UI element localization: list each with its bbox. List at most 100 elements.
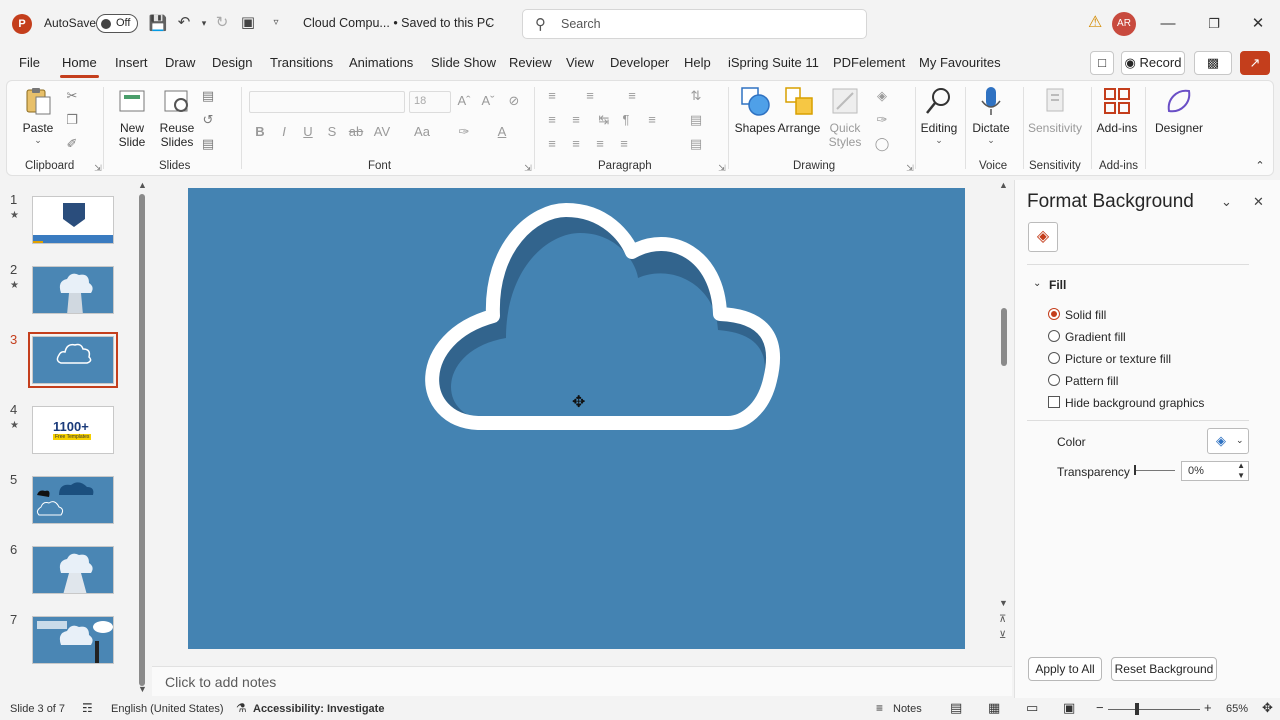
- shapes-button[interactable]: Shapes: [733, 85, 777, 135]
- text-direction-menu-icon[interactable]: ⇅: [687, 87, 705, 105]
- designer-button[interactable]: Designer: [1153, 85, 1205, 135]
- reuse-slides-button[interactable]: Reuse Slides: [155, 85, 199, 149]
- justify-icon[interactable]: ≡: [615, 135, 633, 153]
- section-icon[interactable]: ▤: [199, 135, 217, 153]
- tab-design[interactable]: Design: [212, 55, 252, 70]
- clipboard-launcher-icon[interactable]: ⇲: [89, 159, 107, 177]
- previous-slide-icon[interactable]: ⊼: [999, 614, 1006, 625]
- zoom-slider-track[interactable]: [1108, 709, 1200, 710]
- minimize-icon[interactable]: —: [1156, 14, 1180, 34]
- editing-button[interactable]: Editing ⌄: [917, 85, 961, 146]
- shadow-icon[interactable]: S: [323, 123, 341, 141]
- present-icon[interactable]: ▣: [238, 13, 258, 33]
- shape-outline-icon[interactable]: ✑: [873, 111, 891, 129]
- comments-icon[interactable]: □: [1090, 51, 1114, 75]
- picture-fill-radio[interactable]: [1048, 352, 1060, 364]
- paragraph-mark-icon[interactable]: ¶: [617, 111, 635, 129]
- shape-effects-icon[interactable]: ◯: [873, 135, 891, 153]
- close-icon[interactable]: ✕: [1246, 14, 1270, 34]
- accessibility-icon[interactable]: ⚗: [236, 701, 247, 715]
- canvas-scroll-up-icon[interactable]: ▲: [999, 180, 1008, 190]
- undo-icon[interactable]: ↶: [174, 13, 194, 33]
- tab-slide-show[interactable]: Slide Show: [431, 55, 496, 70]
- arrange-button[interactable]: Arrange: [777, 85, 821, 135]
- align-left-icon[interactable]: ≡: [543, 135, 561, 153]
- accessibility-label[interactable]: Accessibility: Investigate: [253, 703, 384, 715]
- notes-button[interactable]: Notes: [893, 703, 922, 715]
- slide-thumbnail-7[interactable]: [32, 616, 114, 664]
- search-input[interactable]: ⚲ Search: [522, 9, 867, 39]
- tab-draw[interactable]: Draw: [165, 55, 195, 70]
- smartart-icon[interactable]: ▤: [687, 135, 705, 153]
- font-size-select[interactable]: 18: [409, 91, 451, 113]
- title-dropdown-icon[interactable]: ⌄: [478, 14, 498, 34]
- spin-down-icon[interactable]: ▼: [1237, 471, 1245, 480]
- text-direction-icon[interactable]: ↹: [595, 111, 613, 129]
- paste-button[interactable]: Paste ⌄: [17, 85, 59, 146]
- tab-home[interactable]: Home: [60, 55, 99, 78]
- notes-icon[interactable]: ≡: [876, 701, 883, 715]
- italic-icon[interactable]: I: [275, 123, 293, 141]
- undo-dropdown-icon[interactable]: ▾: [194, 13, 214, 33]
- shape-fill-icon[interactable]: ◈: [873, 87, 891, 105]
- customize-toolbar-icon[interactable]: ▿: [266, 13, 286, 33]
- tab-view[interactable]: View: [566, 55, 594, 70]
- current-slide[interactable]: ✥: [188, 188, 965, 649]
- tab-file[interactable]: File: [19, 55, 40, 70]
- scroll-down-icon[interactable]: ▼: [138, 684, 147, 694]
- zoom-in-icon[interactable]: +: [1204, 700, 1212, 715]
- slide-thumbnail-6[interactable]: [32, 546, 114, 594]
- canvas-scrollbar[interactable]: [1001, 308, 1007, 366]
- hide-background-graphics-checkbox[interactable]: [1048, 396, 1060, 408]
- align-right-icon[interactable]: ≡: [591, 135, 609, 153]
- bold-icon[interactable]: B: [251, 123, 269, 141]
- solid-fill-label[interactable]: Solid fill: [1065, 308, 1106, 322]
- font-color-icon[interactable]: A: [493, 123, 511, 141]
- solid-fill-radio[interactable]: [1048, 308, 1060, 320]
- fit-to-window-icon[interactable]: ✥: [1262, 700, 1273, 716]
- slide-thumbnail-5[interactable]: [32, 476, 114, 524]
- bullets-icon[interactable]: ≡: [543, 87, 561, 105]
- slide-thumbnail-4[interactable]: 1100+ Free Templates: [32, 406, 114, 454]
- font-family-select[interactable]: [249, 91, 405, 113]
- transparency-slider-thumb[interactable]: [1134, 465, 1136, 475]
- strikethrough-icon[interactable]: ab: [347, 123, 365, 141]
- change-case-icon[interactable]: Aa: [413, 123, 431, 141]
- notes-pane[interactable]: Click to add notes: [152, 666, 1012, 696]
- spin-up-icon[interactable]: ▲: [1237, 461, 1245, 470]
- scroll-up-icon[interactable]: ▲: [138, 180, 147, 190]
- language-label[interactable]: English (United States): [111, 703, 224, 715]
- document-title[interactable]: Cloud Compu... • Saved to this PC: [303, 16, 494, 30]
- tab-pdfelement[interactable]: PDFelement: [833, 55, 905, 70]
- transparency-slider-track[interactable]: [1135, 470, 1175, 471]
- record-button[interactable]: ◉ Record: [1121, 51, 1185, 75]
- align-center-icon[interactable]: ≡: [567, 135, 585, 153]
- copy-icon[interactable]: ❐: [63, 111, 81, 129]
- tab-developer[interactable]: Developer: [610, 55, 669, 70]
- slide-thumbnail-3[interactable]: [28, 332, 118, 388]
- collapse-ribbon-icon[interactable]: ⌃: [1251, 157, 1269, 175]
- teams-share-icon[interactable]: ▩: [1194, 51, 1232, 75]
- add-ins-button[interactable]: Add-ins: [1095, 85, 1139, 135]
- hide-background-graphics-label[interactable]: Hide background graphics: [1065, 396, 1204, 410]
- avatar[interactable]: AR: [1112, 12, 1136, 36]
- clear-format-icon[interactable]: ⊘: [505, 92, 523, 110]
- next-slide-icon[interactable]: ⊻: [999, 630, 1006, 641]
- warning-icon[interactable]: ⚠: [1088, 14, 1106, 32]
- pane-close-icon[interactable]: ✕: [1253, 194, 1264, 210]
- format-painter-icon[interactable]: ✐: [63, 135, 81, 153]
- new-slide-button[interactable]: New Slide: [111, 85, 153, 149]
- fill-section-label[interactable]: Fill: [1049, 278, 1066, 292]
- tab-ispring[interactable]: iSpring Suite 11: [728, 55, 819, 70]
- cut-icon[interactable]: ✂: [63, 87, 81, 105]
- line-spacing-icon[interactable]: ≡: [623, 87, 641, 105]
- canvas-scroll-down-icon[interactable]: ▼: [999, 598, 1008, 608]
- share-icon[interactable]: ↗: [1240, 51, 1270, 75]
- zoom-out-icon[interactable]: −: [1096, 700, 1104, 715]
- thumbnail-scrollbar[interactable]: [139, 194, 145, 686]
- slideshow-view-icon[interactable]: ▣: [1063, 700, 1075, 716]
- pane-options-icon[interactable]: ⌄: [1221, 194, 1232, 210]
- transparency-input[interactable]: 0% ▲ ▼: [1181, 461, 1249, 481]
- quick-styles-button[interactable]: Quick Styles: [823, 85, 867, 149]
- reset-icon[interactable]: ↺: [199, 111, 217, 129]
